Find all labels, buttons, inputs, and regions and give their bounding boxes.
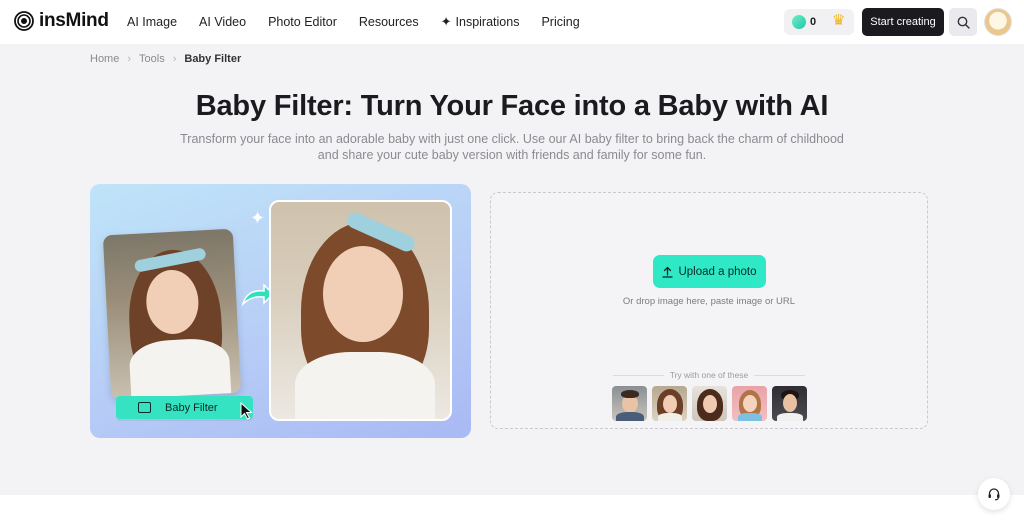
nav-resources[interactable]: Resources bbox=[359, 14, 419, 30]
sample-image[interactable] bbox=[652, 386, 687, 421]
chevron-right-icon: › bbox=[127, 53, 132, 65]
upload-icon bbox=[662, 266, 674, 278]
nav-ai-video[interactable]: AI Video bbox=[199, 14, 246, 30]
before-photo bbox=[102, 228, 242, 400]
search-button[interactable] bbox=[949, 8, 977, 36]
support-button[interactable] bbox=[978, 478, 1010, 510]
brand-logo[interactable]: insMind bbox=[14, 10, 109, 32]
nav-pricing[interactable]: Pricing bbox=[541, 14, 579, 30]
brand-name: insMind bbox=[39, 10, 109, 31]
sample-images bbox=[612, 386, 807, 421]
after-photo bbox=[269, 200, 452, 421]
sample-image[interactable] bbox=[772, 386, 807, 421]
try-samples-label: Try with one of these bbox=[613, 370, 805, 380]
nav-inspirations-label: Inspirations bbox=[455, 15, 520, 29]
credit-coin-icon bbox=[792, 15, 806, 29]
upload-photo-button[interactable]: Upload a photo bbox=[653, 255, 766, 288]
page-subtitle: Transform your face into an adorable bab… bbox=[180, 132, 844, 162]
image-icon bbox=[138, 402, 151, 413]
try-samples-text: Try with one of these bbox=[663, 370, 755, 380]
cursor-icon bbox=[240, 402, 253, 420]
nav-inspirations[interactable]: ✦ Inspirations bbox=[441, 14, 520, 30]
breadcrumb-current: Baby Filter bbox=[184, 53, 242, 65]
upload-dropzone[interactable]: Upload a photo Or drop image here, paste… bbox=[490, 192, 928, 429]
main-nav: AI Image AI Video Photo Editor Resources… bbox=[127, 14, 602, 30]
nav-ai-image[interactable]: AI Image bbox=[127, 14, 177, 30]
breadcrumb-tools[interactable]: Tools bbox=[139, 53, 165, 65]
top-header: insMind AI Image AI Video Photo Editor R… bbox=[0, 0, 1024, 44]
breadcrumb-home[interactable]: Home bbox=[90, 53, 119, 65]
nav-photo-editor[interactable]: Photo Editor bbox=[268, 14, 337, 30]
sparkle-icon: ✦ bbox=[250, 208, 266, 228]
breadcrumb: Home › Tools › Baby Filter bbox=[90, 53, 241, 65]
footer-strip bbox=[0, 495, 1024, 523]
start-creating-button[interactable]: Start creating bbox=[862, 8, 944, 36]
sample-image[interactable] bbox=[612, 386, 647, 421]
page-title: Baby Filter: Turn Your Face into a Baby … bbox=[195, 90, 829, 122]
upload-photo-label: Upload a photo bbox=[678, 265, 757, 278]
upload-hint: Or drop image here, paste image or URL bbox=[622, 296, 796, 307]
sample-image[interactable] bbox=[732, 386, 767, 421]
sample-image[interactable] bbox=[692, 386, 727, 421]
baby-filter-pill-label: Baby Filter bbox=[165, 401, 218, 414]
headset-icon bbox=[988, 488, 1000, 501]
sparkle-icon: ✦ bbox=[440, 14, 452, 29]
credit-count: 0 bbox=[810, 16, 817, 28]
baby-filter-pill: Baby Filter bbox=[116, 396, 253, 419]
crown-icon[interactable]: ♛ bbox=[832, 11, 845, 29]
before-after-showcase: ✦ Baby Filter bbox=[90, 184, 471, 438]
chevron-right-icon: › bbox=[172, 53, 177, 65]
logo-icon bbox=[14, 11, 34, 31]
user-avatar[interactable] bbox=[984, 8, 1012, 36]
search-icon bbox=[957, 16, 970, 29]
